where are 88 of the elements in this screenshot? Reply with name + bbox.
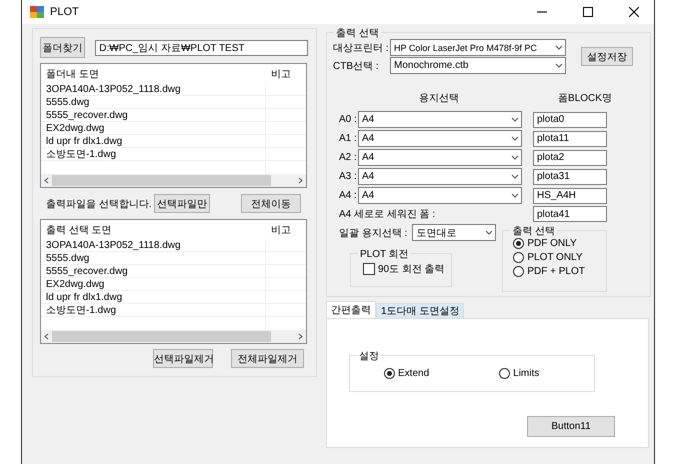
chevron-down-icon <box>555 45 563 50</box>
radio-label: PDF + PLOT <box>527 266 585 277</box>
printer-label: 대상프린터 : <box>333 42 387 54</box>
radio-label: Limits <box>513 368 540 379</box>
printer-dropdown[interactable]: HP Color LaserJet Pro M478f-9f PC <box>390 39 566 56</box>
bulk-paper-label: 일괄 용지선택 : <box>339 226 408 240</box>
a4-portrait-label: A4 세로로 세워진 폼 : <box>339 208 436 221</box>
chevron-down-icon <box>511 136 519 141</box>
save-settings-button[interactable]: 설정저장 <box>581 47 633 66</box>
chevron-down-icon <box>555 63 563 68</box>
horizontal-scrollbar[interactable] <box>41 330 306 343</box>
radio-label: PDF ONLY <box>527 238 577 249</box>
bulk-paper-dropdown[interactable]: 도면대로 <box>412 224 496 241</box>
block-name-field[interactable]: HS_A4H <box>533 188 607 204</box>
file-name[interactable]: 5555_recover.dwg <box>41 109 265 121</box>
paper-dropdown[interactable]: A4 <box>358 111 522 128</box>
ctb-label: CTB선택 : <box>333 60 380 72</box>
file-name[interactable]: EX2dwg.dwg <box>41 122 265 134</box>
radio-button[interactable] <box>513 266 524 277</box>
radio-button[interactable] <box>499 368 510 379</box>
folder-browse-button[interactable]: 폴더찾기 <box>40 37 86 58</box>
tab[interactable]: 간편출력 <box>326 301 376 318</box>
block-name-field[interactable]: plota2 <box>533 150 607 166</box>
checkbox[interactable] <box>363 263 375 275</box>
radio-label: Extend <box>398 368 430 379</box>
file-name[interactable]: ld upr fr dlx1.dwg <box>41 291 265 303</box>
file-list[interactable]: 폴더내 도면 비고 3OPA140A-13P052_1118.dwg 5555.dwg 5555_recover.dwg EX2dwg.dwg ld upr fr dlx1.dwg 소방도면-1.dwg <box>40 63 307 188</box>
radio-button[interactable] <box>513 238 524 249</box>
group-title: 설정 <box>357 349 381 363</box>
radio-label: PLOT ONLY <box>527 252 583 263</box>
remove-all-button[interactable]: 전체파일제거 <box>231 349 304 368</box>
action-button[interactable]: Button11 <box>527 416 615 437</box>
chevron-down-icon <box>485 230 494 235</box>
file-name[interactable]: 5555.dwg <box>41 252 265 264</box>
paper-dropdown[interactable]: A4 <box>358 149 522 166</box>
file-list[interactable]: 출력 선택 도면 비고 3OPA140A-13P052_1118.dwg 5555.dwg 5555_recover.dwg EX2dwg.dwg ld upr fr dlx1.dwg 소방도면-1.dwg <box>40 219 307 344</box>
paper-heading: 용지선택 <box>418 92 460 105</box>
file-name[interactable]: 3OPA140A-13P052_1118.dwg <box>41 83 265 95</box>
paper-size-label: A1 : <box>339 133 358 144</box>
chevron-down-icon <box>511 174 519 179</box>
ctb-dropdown[interactable]: Monochrome.ctb <box>390 57 566 74</box>
maximize-icon[interactable] <box>583 7 593 17</box>
block-name-field[interactable]: plota0 <box>533 112 607 128</box>
radio-button[interactable] <box>513 252 524 263</box>
chevron-down-icon <box>511 193 519 198</box>
block-name-field[interactable]: plota11 <box>533 130 607 146</box>
column-header[interactable]: 출력 선택 도면 <box>41 222 265 236</box>
scroll-left-icon[interactable] <box>44 177 49 184</box>
chevron-down-icon <box>511 155 519 160</box>
scroll-left-icon[interactable] <box>44 333 49 340</box>
block-name-field[interactable]: plota31 <box>533 168 607 184</box>
block-heading: 폼BLOCK명 <box>557 92 613 105</box>
group-title: 출력 선택 <box>334 26 381 40</box>
group-title: PLOT 회전 <box>358 247 411 261</box>
folder-path-field[interactable]: D:₩PC_임시 자료₩PLOT TEST <box>95 40 308 56</box>
paper-dropdown[interactable]: A4 <box>358 187 522 204</box>
move-selected-button[interactable]: 선택파일만 <box>154 194 210 213</box>
chevron-down-icon <box>511 117 519 122</box>
column-header[interactable]: 비고 <box>266 222 306 236</box>
select-hint: 출력파일을 선택합니다. <box>45 198 153 210</box>
checkbox-label: 90도 회전 출력 <box>378 263 445 276</box>
group-title: 출력 선택 <box>510 224 558 238</box>
file-name[interactable]: 소방도면-1.dwg <box>41 304 265 316</box>
paper-dropdown[interactable]: A4 <box>358 130 522 147</box>
close-icon[interactable] <box>629 7 639 17</box>
block-name-field[interactable]: plota41 <box>533 206 607 222</box>
paper-size-label: A0 : <box>339 114 358 125</box>
tab[interactable]: 1도다매 도면설정 <box>376 303 464 318</box>
file-name[interactable]: EX2dwg.dwg <box>41 278 265 290</box>
paper-dropdown[interactable]: A4 <box>358 168 522 185</box>
paper-size-label: A3 : <box>339 171 358 182</box>
radio-button[interactable] <box>384 368 395 379</box>
paper-size-label: A4 : <box>339 190 358 201</box>
file-name[interactable]: 3OPA140A-13P052_1118.dwg <box>41 239 265 251</box>
horizontal-scrollbar[interactable] <box>41 174 306 187</box>
file-name[interactable]: 소방도면-1.dwg <box>41 148 265 160</box>
remove-selected-button[interactable]: 선택파일제거 <box>153 349 213 368</box>
move-all-button[interactable]: 전체이동 <box>241 194 301 213</box>
scroll-right-icon[interactable] <box>298 177 303 184</box>
file-name[interactable]: 5555_recover.dwg <box>41 265 265 277</box>
column-header[interactable]: 비고 <box>266 66 306 80</box>
column-header[interactable]: 폴더내 도면 <box>41 66 265 80</box>
app-icon <box>30 6 44 18</box>
paper-size-label: A2 : <box>339 152 358 163</box>
file-name[interactable]: ld upr fr dlx1.dwg <box>41 135 265 147</box>
file-name[interactable]: 5555.dwg <box>41 96 265 108</box>
scroll-right-icon[interactable] <box>298 333 303 340</box>
window-title: PLOT <box>50 6 80 18</box>
